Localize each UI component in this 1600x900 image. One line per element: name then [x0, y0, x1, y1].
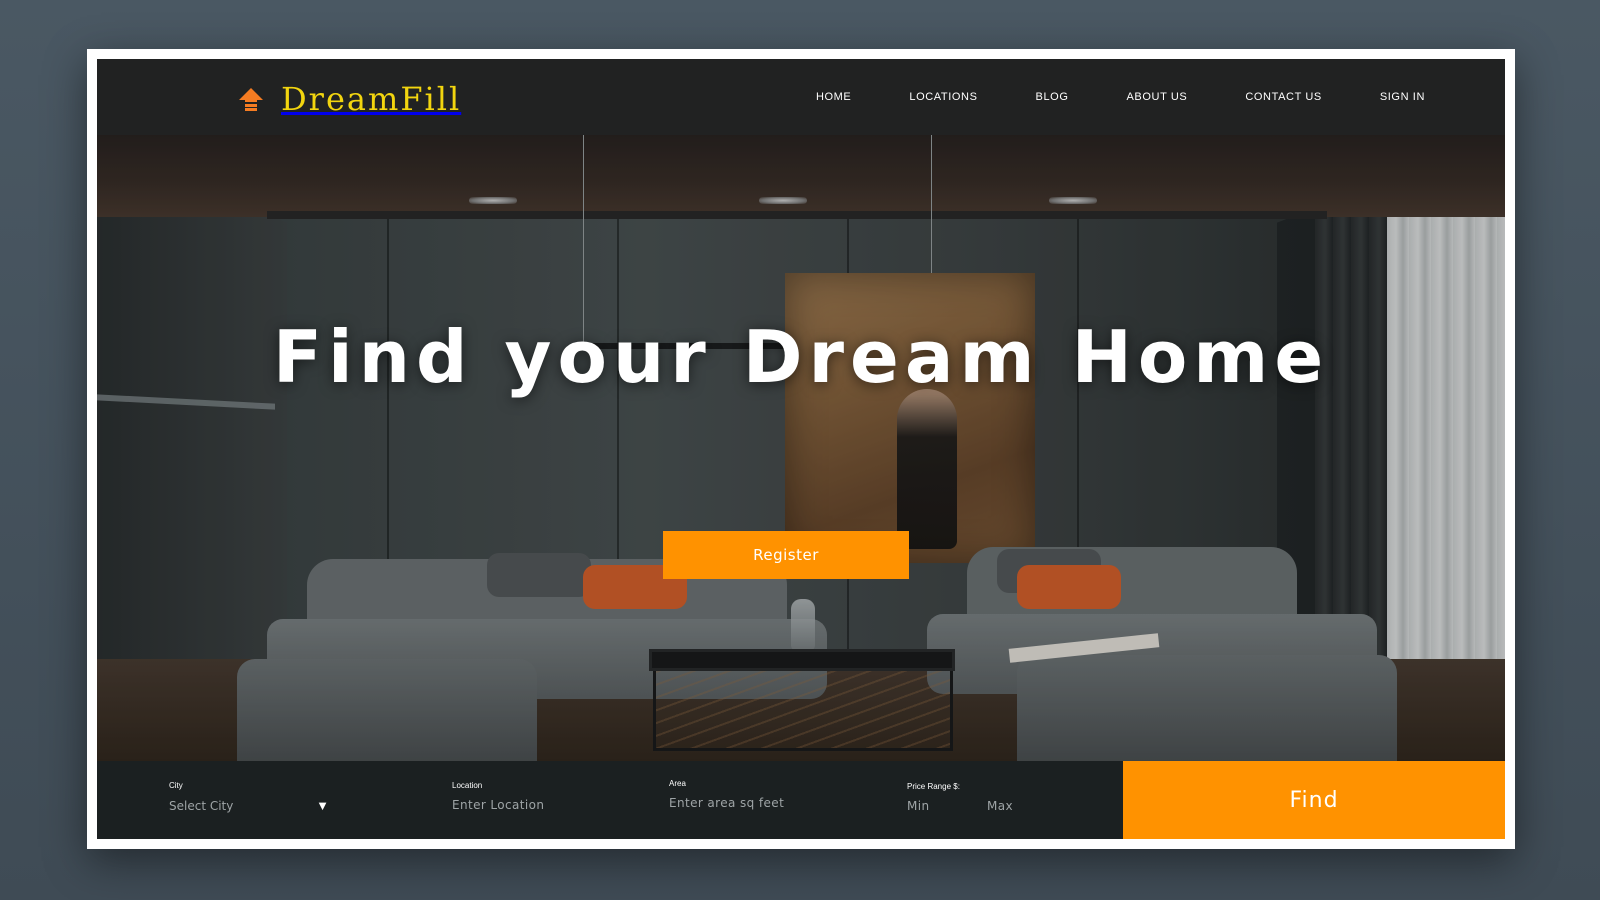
browser-frame: DreamFill HOME LOCATIONS BLOG ABOUT US C…	[87, 49, 1515, 849]
nav-blog[interactable]: BLOG	[1036, 87, 1069, 107]
price-min-input[interactable]	[907, 799, 987, 813]
brand-name: DreamFill	[281, 80, 462, 118]
city-label: City	[169, 781, 183, 790]
city-select[interactable]: Select City ▼	[169, 798, 329, 813]
main-nav: HOME LOCATIONS BLOG ABOUT US CONTACT US …	[758, 87, 1425, 107]
hero-background-image	[97, 59, 1505, 761]
nav-home[interactable]: HOME	[816, 87, 851, 107]
find-button[interactable]: Find	[1123, 761, 1505, 839]
city-select-value: Select City	[169, 798, 234, 813]
home-arrow-icon	[239, 88, 263, 111]
nav-contact-us[interactable]: CONTACT US	[1245, 87, 1322, 107]
site-header: DreamFill HOME LOCATIONS BLOG ABOUT US C…	[97, 59, 1505, 135]
nav-about-us[interactable]: ABOUT US	[1127, 87, 1188, 107]
register-button[interactable]: Register	[663, 531, 909, 579]
price-max-input[interactable]	[987, 799, 1067, 813]
brand-logo[interactable]: DreamFill	[237, 79, 461, 119]
location-label: Location	[452, 781, 483, 790]
property-search-bar: City Select City ▼ Location Area Price R…	[97, 761, 1505, 839]
nav-locations[interactable]: LOCATIONS	[909, 87, 977, 107]
price-range-inputs	[907, 799, 1067, 813]
location-field: Location	[452, 781, 632, 812]
area-label: Area	[669, 779, 686, 788]
hero-overlay	[97, 59, 1505, 761]
price-range-label: Price Range $:	[907, 782, 960, 791]
location-input[interactable]	[452, 798, 632, 812]
price-range-field: Price Range $:	[907, 782, 1067, 813]
area-field: Area	[669, 779, 859, 810]
caret-down-icon[interactable]: ▼	[316, 798, 329, 813]
area-input[interactable]	[669, 796, 859, 810]
hero-title: Find your Dream Home	[272, 315, 1330, 399]
landing-page: DreamFill HOME LOCATIONS BLOG ABOUT US C…	[97, 59, 1505, 839]
nav-sign-in[interactable]: SIGN IN	[1380, 87, 1425, 107]
city-field: City Select City ▼	[169, 781, 329, 813]
